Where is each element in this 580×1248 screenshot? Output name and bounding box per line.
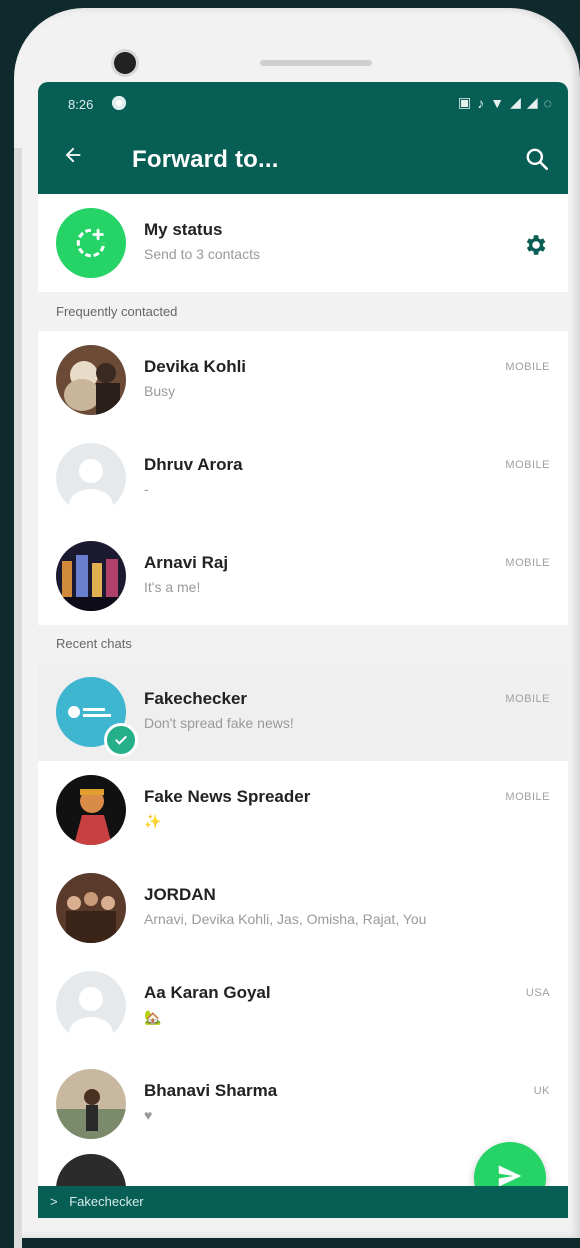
page-title: Forward to... <box>132 146 279 173</box>
earpiece-speaker <box>260 60 372 66</box>
contact-name: Devika Kohli <box>144 357 247 376</box>
chat-subtitle: 🏡 <box>144 1009 162 1025</box>
section-recent-chats: Recent chats <box>38 625 568 663</box>
my-status-row[interactable]: My status Send to 3 contacts <box>38 194 568 293</box>
contact-name: Dhruv Arora <box>144 455 243 474</box>
chat-row-fakechecker[interactable]: Fakechecker Don't spread fake news! MOBI… <box>38 663 568 761</box>
avatar <box>56 345 126 415</box>
chat-name: JORDAN <box>144 885 216 904</box>
my-status-subtitle: Send to 3 contacts <box>144 246 260 262</box>
contact-row-arnavi[interactable]: Arnavi Raj It's a me! MOBILE <box>38 527 568 625</box>
default-avatar-icon <box>56 971 126 1041</box>
contact-type: MOBILE <box>505 459 550 471</box>
chevron-right-icon: > <box>50 1194 58 1209</box>
status-time: 8:26 <box>68 97 94 112</box>
chat-row-karan-goyal[interactable]: Aa Karan Goyal 🏡 USA <box>38 957 568 1055</box>
contact-row-devika[interactable]: Devika Kohli Busy MOBILE <box>38 331 568 429</box>
contact-type: MOBILE <box>505 557 550 569</box>
mute-icon: ♪ <box>477 94 485 111</box>
status-icons: ▣ ♪ ▼ ◢ ◢ ◌ <box>458 94 552 111</box>
contact-status: Busy <box>144 383 176 399</box>
front-camera <box>114 52 136 74</box>
selected-contacts-label: Fakechecker <box>69 1194 144 1209</box>
avatar <box>56 1069 126 1139</box>
section-frequently-contacted: Frequently contacted <box>38 293 568 331</box>
contact-status: - <box>144 481 149 497</box>
chat-name: Bhanavi Sharma <box>144 1081 278 1100</box>
contact-type: USA <box>525 987 550 999</box>
phone-edge <box>14 148 22 1248</box>
chat-name: Fake News Spreader <box>144 787 311 806</box>
contact-row-dhruv[interactable]: Dhruv Arora - MOBILE <box>38 429 568 527</box>
contact-status: It's a me! <box>144 579 201 595</box>
toolbar: Forward to... <box>38 128 568 194</box>
contact-type: MOBILE <box>505 361 550 373</box>
contact-type: MOBILE <box>505 791 550 803</box>
status-add-icon <box>56 208 126 278</box>
default-avatar-icon <box>56 443 126 513</box>
notification-dot-icon <box>112 96 126 110</box>
selected-check-icon <box>104 723 138 757</box>
battery-icon: ◌ <box>543 94 552 111</box>
contact-name: Arnavi Raj <box>144 553 229 572</box>
app-header: 8:26 ▣ ♪ ▼ ◢ ◢ ◌ Forward to... <box>38 82 568 194</box>
signal-icon-2: ◢ <box>526 94 538 110</box>
chat-name: Fakechecker <box>144 689 248 708</box>
screen: 8:26 ▣ ♪ ▼ ◢ ◢ ◌ Forward to... My status… <box>38 82 568 1218</box>
chat-subtitle: Don't spread fake news! <box>144 715 294 731</box>
chat-subtitle: ✨ <box>144 813 162 829</box>
search-icon[interactable] <box>524 146 550 177</box>
contact-type: UK <box>533 1085 550 1097</box>
back-arrow-icon[interactable] <box>62 144 84 170</box>
gear-icon[interactable] <box>522 232 548 263</box>
selection-bar: > Fakechecker <box>38 1186 568 1218</box>
group-avatar <box>56 873 126 943</box>
chat-name: Aa Karan Goyal <box>144 983 271 1002</box>
avatar <box>56 541 126 611</box>
wifi-icon: ▼ <box>490 94 505 111</box>
chat-row-bhanavi-sharma[interactable]: Bhanavi Sharma ♥ UK <box>38 1055 568 1153</box>
avatar <box>56 775 126 845</box>
cast-icon: ▣ <box>458 94 472 110</box>
contact-type: MOBILE <box>505 693 550 705</box>
signal-icon: ◢ <box>510 94 521 110</box>
status-bar: 8:26 ▣ ♪ ▼ ◢ ◢ ◌ <box>38 82 568 128</box>
chat-subtitle: Arnavi, Devika Kohli, Jas, Omisha, Rajat… <box>144 911 427 927</box>
my-status-label: My status <box>144 220 223 239</box>
chat-subtitle: ♥ <box>144 1107 153 1123</box>
chat-row-fake-news-spreader[interactable]: Fake News Spreader ✨ MOBILE <box>38 761 568 859</box>
chat-row-jordan[interactable]: JORDAN Arnavi, Devika Kohli, Jas, Omisha… <box>38 859 568 957</box>
